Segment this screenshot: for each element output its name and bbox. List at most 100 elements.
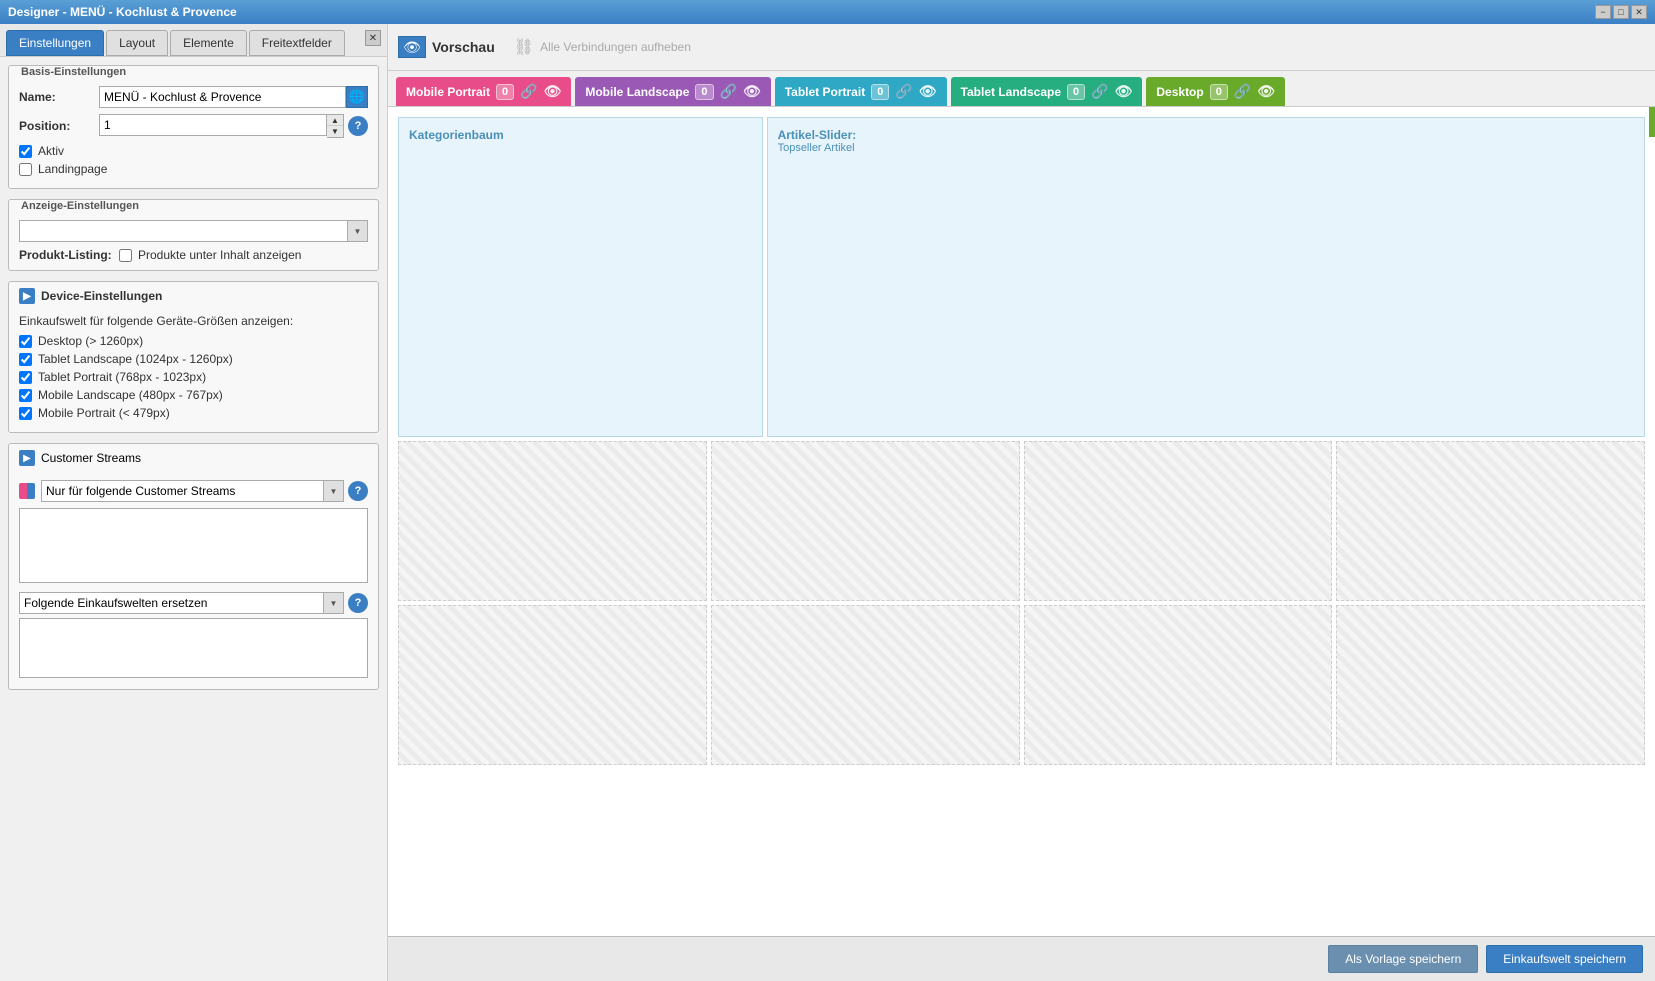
device-title: Device-Einstellungen bbox=[41, 289, 162, 303]
tab-mobile-portrait-badge: 0 bbox=[496, 84, 514, 100]
main-container: Einstellungen Layout Elemente Freitextfe… bbox=[0, 24, 1655, 981]
placeholder-3-2[interactable] bbox=[711, 605, 1020, 765]
tab-tablet-landscape-badge: 0 bbox=[1067, 84, 1085, 100]
position-spinner: ▲ ▼ bbox=[99, 114, 344, 138]
device-mobile-landscape-checkbox[interactable] bbox=[19, 389, 32, 402]
device-mobile-landscape-label: Mobile Landscape (480px - 767px) bbox=[38, 388, 223, 402]
save-template-button[interactable]: Als Vorlage speichern bbox=[1328, 945, 1478, 973]
maximize-button[interactable]: □ bbox=[1613, 5, 1629, 19]
tab-mobile-landscape[interactable]: Mobile Landscape 0 🔗 👁 bbox=[575, 77, 770, 106]
window-title: Designer - MENÜ - Kochlust & Provence bbox=[8, 5, 237, 19]
left-panel-close[interactable]: ✕ bbox=[365, 30, 381, 46]
ersetzen-dropdown-arrow[interactable]: ▼ bbox=[324, 592, 344, 614]
cs-expand-icon: ▶ bbox=[19, 450, 35, 466]
anzeige-dropdown[interactable] bbox=[19, 220, 348, 242]
tab-tablet-landscape[interactable]: Tablet Landscape 0 🔗 👁 bbox=[951, 77, 1143, 106]
device-mobile-portrait-label: Mobile Portrait (< 479px) bbox=[38, 406, 170, 420]
disconnect-icon: ⛓ bbox=[514, 37, 534, 57]
customer-streams-group: ▶ Customer Streams Nur für folgende Cust… bbox=[8, 443, 379, 690]
device-header[interactable]: ▶ Device-Einstellungen bbox=[9, 282, 378, 310]
placeholder-2-4[interactable] bbox=[1336, 441, 1645, 601]
device-item-mobile-portrait: Mobile Portrait (< 479px) bbox=[19, 406, 368, 420]
artikel-slider-block[interactable]: Artikel-Slider: Topseller Artikel bbox=[767, 117, 1645, 437]
canvas-area[interactable]: Kategorienbaum Artikel-Slider: Topseller… bbox=[388, 107, 1655, 936]
anzeige-dropdown-wrapper: ▼ bbox=[19, 220, 368, 242]
device-mobile-portrait-checkbox[interactable] bbox=[19, 407, 32, 420]
save-world-button[interactable]: Einkaufswelt speichern bbox=[1486, 945, 1643, 973]
basis-inner: Name: 🌐 Position: ▲ bbox=[9, 78, 378, 188]
placeholder-row-2 bbox=[398, 441, 1645, 601]
tab-tablet-portrait-link-icon: 🔗 bbox=[895, 83, 912, 100]
minimize-button[interactable]: − bbox=[1595, 5, 1611, 19]
anzeige-dropdown-row: ▼ bbox=[19, 220, 368, 242]
position-row: Position: ▲ ▼ ? bbox=[19, 114, 368, 138]
close-button[interactable]: ✕ bbox=[1631, 5, 1647, 19]
titlebar: Designer - MENÜ - Kochlust & Provence − … bbox=[0, 0, 1655, 24]
aktiv-checkbox[interactable] bbox=[19, 145, 32, 158]
placeholder-3-4[interactable] bbox=[1336, 605, 1645, 765]
position-help[interactable]: ? bbox=[348, 116, 368, 136]
tab-einstellungen[interactable]: Einstellungen bbox=[6, 30, 104, 56]
position-label: Position: bbox=[19, 119, 99, 133]
position-input[interactable] bbox=[99, 114, 327, 136]
tab-tablet-landscape-eye-icon: 👁 bbox=[1115, 83, 1133, 100]
tab-desktop-label: Desktop bbox=[1156, 85, 1203, 99]
cs-dropdown-arrow[interactable]: ▼ bbox=[324, 480, 344, 502]
cs-dropdown-wrapper: Nur für folgende Customer Streams ▼ bbox=[19, 480, 344, 502]
globe-button[interactable]: 🌐 bbox=[346, 86, 368, 108]
tab-freitextfelder[interactable]: Freitextfelder bbox=[249, 30, 345, 56]
aktiv-row: Aktiv bbox=[19, 144, 368, 158]
device-tablet-landscape-checkbox[interactable] bbox=[19, 353, 32, 366]
tab-tablet-portrait[interactable]: Tablet Portrait 0 🔗 👁 bbox=[775, 77, 947, 106]
device-tablet-landscape-label: Tablet Landscape (1024px - 1260px) bbox=[38, 352, 233, 366]
customer-streams-header[interactable]: ▶ Customer Streams bbox=[9, 444, 378, 472]
content-row-1: Kategorienbaum Artikel-Slider: Topseller… bbox=[398, 117, 1645, 437]
device-einstellungen-group: ▶ Device-Einstellungen Einkaufswelt für … bbox=[8, 281, 379, 433]
device-tablet-portrait-checkbox[interactable] bbox=[19, 371, 32, 384]
produkt-checkbox[interactable] bbox=[119, 249, 132, 262]
spinner-down[interactable]: ▼ bbox=[327, 126, 343, 137]
ersetzen-dropdown-wrapper: Folgende Einkaufswelten ersetzen ▼ bbox=[19, 592, 344, 614]
placeholder-3-3[interactable] bbox=[1024, 605, 1333, 765]
cs-inner: Nur für folgende Customer Streams ▼ ? Fo… bbox=[9, 472, 378, 689]
anzeige-dropdown-arrow[interactable]: ▼ bbox=[348, 220, 368, 242]
placeholder-2-2[interactable] bbox=[711, 441, 1020, 601]
kategorienbaum-title: Kategorienbaum bbox=[409, 128, 752, 142]
placeholder-2-1[interactable] bbox=[398, 441, 707, 601]
ersetzen-help-button[interactable]: ? bbox=[348, 593, 368, 613]
placeholder-3-1[interactable] bbox=[398, 605, 707, 765]
tab-tablet-landscape-label: Tablet Landscape bbox=[961, 85, 1061, 99]
tab-desktop-link-icon: 🔗 bbox=[1234, 83, 1251, 100]
cs-help-button[interactable]: ? bbox=[348, 481, 368, 501]
landingpage-checkbox[interactable] bbox=[19, 163, 32, 176]
produkt-row: Produkt-Listing: Produkte unter Inhalt a… bbox=[19, 248, 368, 262]
name-input-wrapper: 🌐 bbox=[99, 86, 368, 108]
anzeige-einstellungen-group: Anzeige-Einstellungen ▼ Produkt-Listi bbox=[8, 199, 379, 271]
tabs-bar: Einstellungen Layout Elemente Freitextfe… bbox=[0, 24, 387, 57]
disconnect-button[interactable]: ⛓ Alle Verbindungen aufheben bbox=[505, 32, 700, 62]
device-desktop-checkbox[interactable] bbox=[19, 335, 32, 348]
name-input[interactable] bbox=[99, 86, 346, 108]
ersetzen-dropdown[interactable]: Folgende Einkaufswelten ersetzen bbox=[19, 592, 324, 614]
artikel-slider-subtitle: Topseller Artikel bbox=[778, 142, 1634, 154]
preview-button[interactable]: 👁 Vorschau bbox=[398, 36, 495, 58]
preview-icon: 👁 bbox=[398, 36, 426, 58]
tab-desktop-badge: 0 bbox=[1210, 84, 1228, 100]
tab-mobile-landscape-link-icon: 🔗 bbox=[720, 83, 737, 100]
tab-mobile-portrait[interactable]: Mobile Portrait 0 🔗 👁 bbox=[396, 77, 571, 106]
cs-textarea[interactable] bbox=[19, 508, 368, 583]
tab-layout[interactable]: Layout bbox=[106, 30, 168, 56]
landingpage-label: Landingpage bbox=[38, 162, 107, 176]
device-tablet-portrait-label: Tablet Portrait (768px - 1023px) bbox=[38, 370, 206, 384]
cs-dropdown-inner: Nur für folgende Customer Streams ▼ bbox=[41, 480, 344, 502]
tab-elemente[interactable]: Elemente bbox=[170, 30, 247, 56]
device-item-tablet-portrait: Tablet Portrait (768px - 1023px) bbox=[19, 370, 368, 384]
spinner-up[interactable]: ▲ bbox=[327, 115, 343, 126]
tab-desktop[interactable]: Desktop 0 🔗 👁 bbox=[1146, 77, 1285, 106]
cs-dropdown-row: Nur für folgende Customer Streams ▼ ? bbox=[19, 480, 368, 502]
device-tabs: Mobile Portrait 0 🔗 👁 Mobile Landscape 0… bbox=[388, 71, 1655, 107]
ersetzen-textarea[interactable] bbox=[19, 618, 368, 678]
placeholder-2-3[interactable] bbox=[1024, 441, 1333, 601]
kategorienbaum-block[interactable]: Kategorienbaum bbox=[398, 117, 763, 437]
cs-dropdown[interactable]: Nur für folgende Customer Streams bbox=[41, 480, 324, 502]
